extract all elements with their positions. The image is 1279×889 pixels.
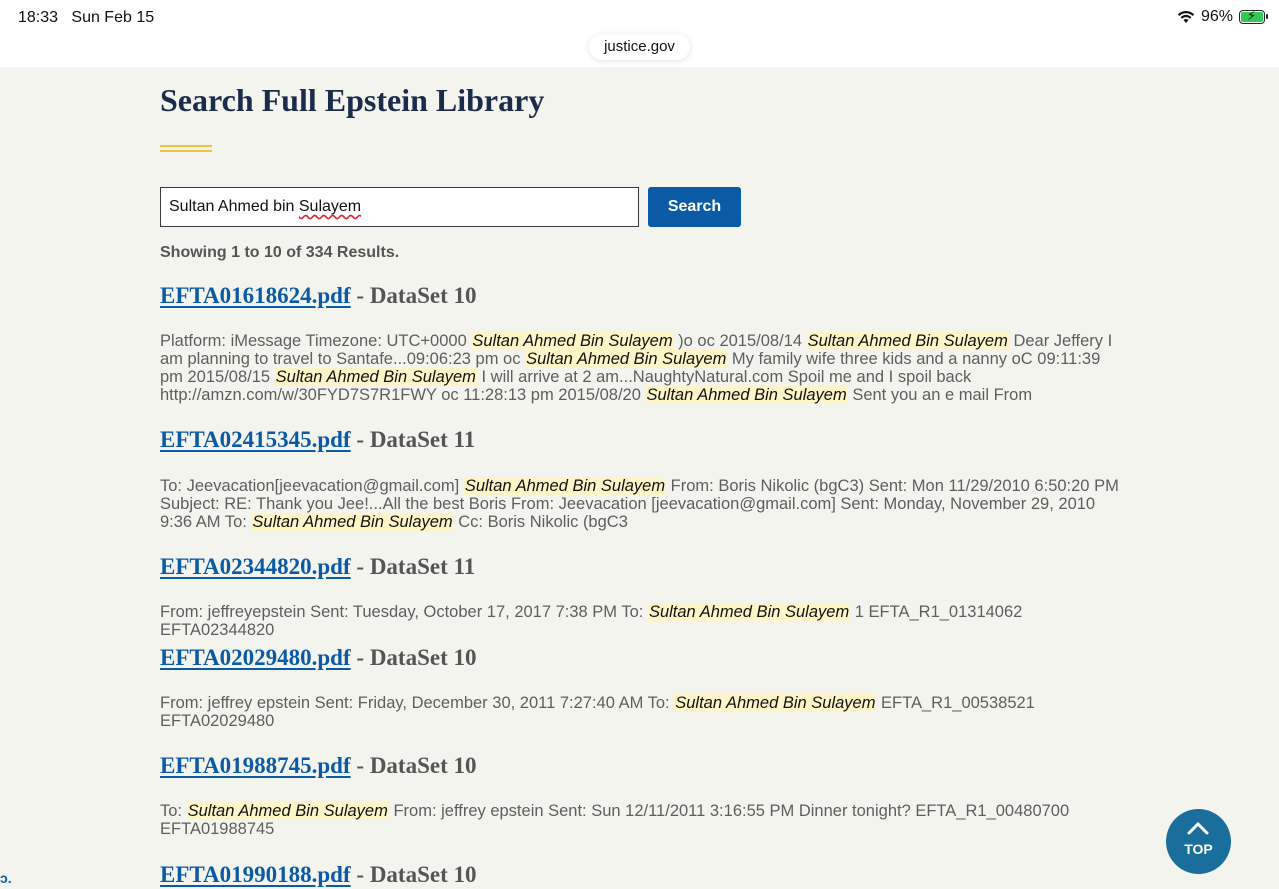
result-item: EFTA02415345.pdf - DataSet 11 To: Jeevac… [160,427,1125,531]
result-file-link[interactable]: EFTA02344820.pdf [160,554,351,579]
result-file-link[interactable]: EFTA02029480.pdf [160,645,351,670]
search-highlight: Sultan Ahmed Bin Sulayem [645,386,848,404]
result-dataset: DataSet 10 [369,283,477,308]
browser-url-bar: justice.gov [0,34,1279,67]
result-snippet: To: Sultan Ahmed Bin Sulayem From: jeffr… [160,802,1070,838]
wifi-icon [1177,10,1195,23]
url-pill[interactable]: justice.gov [589,34,690,60]
search-highlight: Sultan Ahmed Bin Sulayem [471,332,674,350]
status-time-date: 18:33 Sun Feb 15 [18,9,155,26]
result-dataset: DataSet 11 [369,554,476,579]
result-title: EFTA01988745.pdf - DataSet 10 [160,753,477,778]
result-file-link[interactable]: EFTA01988745.pdf [160,753,351,778]
result-item: EFTA01990188.pdf - DataSet 10 [160,862,1125,888]
battery-percent: 96% [1200,8,1233,25]
result-snippet: From: jeffrey epstein Sent: Friday, Dece… [160,694,1035,730]
search-highlight: Sultan Ahmed Bin Sulayem [525,350,728,368]
back-to-top-button[interactable]: TOP [1166,809,1231,874]
result-item: EFTA02344820.pdf - DataSet 11 From: jeff… [160,554,1125,639]
edge-fragment: ɔ. [0,870,12,886]
result-dataset: DataSet 10 [369,753,477,778]
top-button-label: TOP [1184,841,1213,857]
chevron-up-icon [1187,822,1209,835]
result-snippet: To: Jeevacation[jeevacation@gmail.com] S… [160,477,1119,531]
results-count: Showing 1 to 10 of 334 Results. [160,244,400,261]
result-item: EFTA01988745.pdf - DataSet 10 To: Sultan… [160,753,1125,838]
page-title: Search Full Epstein Library [160,82,545,118]
status-bar: 18:33 Sun Feb 15 96% ⚡ [0,0,1279,34]
result-title: EFTA02029480.pdf - DataSet 10 [160,645,477,670]
title-accent-divider [160,145,212,153]
result-title: EFTA01990188.pdf - DataSet 10 [160,862,477,887]
result-snippet: From: jeffreyepstein Sent: Tuesday, Octo… [160,603,1023,639]
search-highlight: Sultan Ahmed Bin Sulayem [251,513,454,531]
status-right: 96% ⚡ [1177,8,1268,26]
result-dataset: DataSet 10 [369,645,477,670]
search-highlight: Sultan Ahmed Bin Sulayem [274,368,477,386]
result-title: EFTA02344820.pdf - DataSet 11 [160,554,476,579]
search-highlight: Sultan Ahmed Bin Sulayem [186,802,389,820]
search-highlight: Sultan Ahmed Bin Sulayem [674,694,877,712]
result-item: EFTA02029480.pdf - DataSet 10 From: jeff… [160,645,1125,730]
result-title: EFTA02415345.pdf - DataSet 11 [160,427,476,452]
result-file-link[interactable]: EFTA01990188.pdf [160,862,351,887]
search-highlight: Sultan Ahmed Bin Sulayem [647,603,851,621]
search-highlight: Sultan Ahmed Bin Sulayem [463,477,667,495]
result-snippet: Platform: iMessage Timezone: UTC+0000 Su… [160,332,1113,404]
search-input[interactable]: Sultan Ahmed bin Sulayem [160,187,639,227]
result-dataset: DataSet 11 [369,427,476,452]
search-button[interactable]: Search [648,187,741,227]
result-file-link[interactable]: EFTA02415345.pdf [160,427,351,452]
result-file-link[interactable]: EFTA01618624.pdf [160,283,351,308]
result-title: EFTA01618624.pdf - DataSet 10 [160,283,477,308]
battery-charging-icon: ⚡ [1239,8,1268,24]
result-item: EFTA01618624.pdf - DataSet 10 Platform: … [160,283,1125,404]
search-highlight: Sultan Ahmed Bin Sulayem [806,332,1009,350]
result-dataset: DataSet 10 [369,862,477,887]
